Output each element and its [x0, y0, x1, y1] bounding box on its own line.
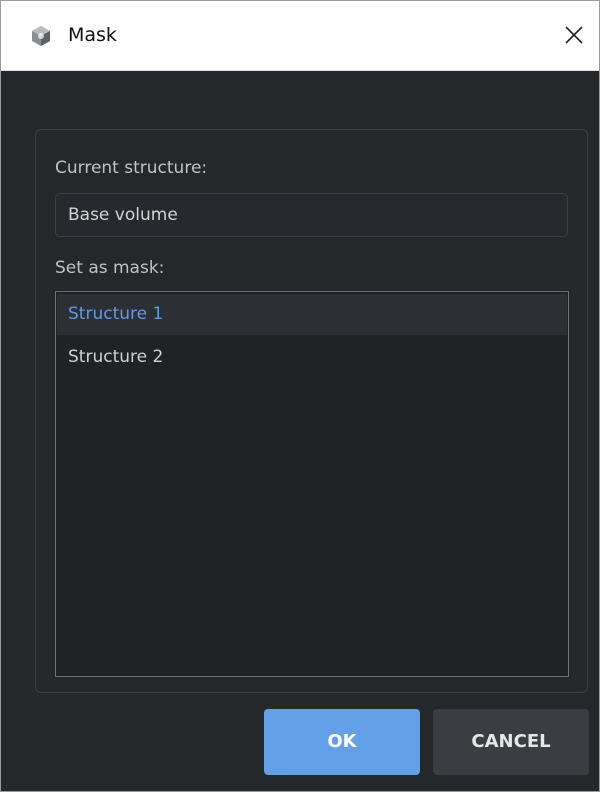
- set-as-mask-label: Set as mask:: [55, 258, 165, 278]
- current-structure-value: Base volume: [68, 205, 178, 225]
- list-item-structure-2[interactable]: Structure 2: [57, 337, 567, 378]
- current-structure-field: Base volume: [55, 193, 568, 237]
- app-icon: [32, 26, 50, 46]
- list-item-label: Structure 1: [68, 304, 164, 324]
- ok-button[interactable]: OK: [264, 709, 420, 775]
- list-item-structure-1[interactable]: Structure 1: [57, 294, 567, 335]
- close-icon[interactable]: [557, 18, 591, 52]
- cancel-button[interactable]: CANCEL: [433, 709, 589, 775]
- title-bar: Mask: [1, 1, 599, 71]
- window-title: Mask: [68, 24, 117, 46]
- mask-dialog: Mask Current structure: Base volume Set …: [0, 0, 600, 792]
- current-structure-label: Current structure:: [55, 158, 208, 178]
- list-item-label: Structure 2: [68, 347, 164, 367]
- mask-structure-list[interactable]: Structure 1 Structure 2: [55, 291, 569, 677]
